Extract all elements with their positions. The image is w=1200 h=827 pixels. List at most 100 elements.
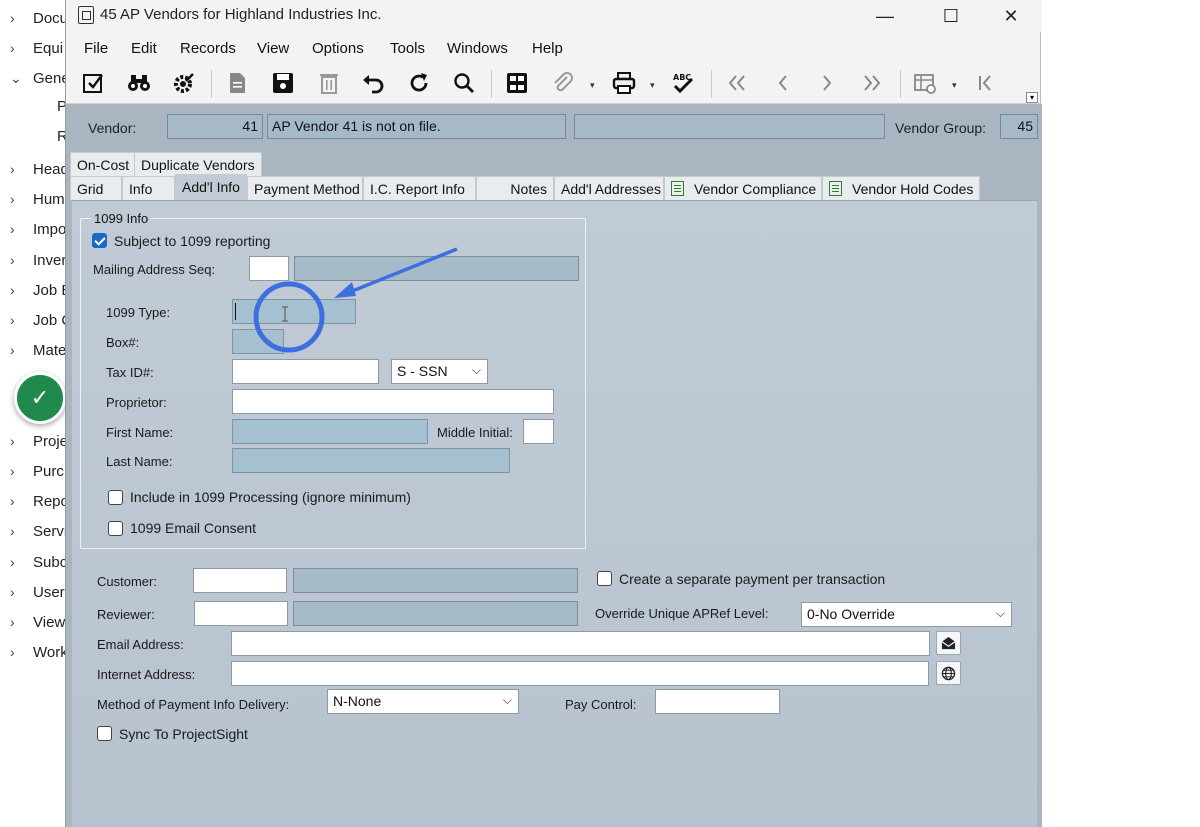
- chevron-right-icon[interactable]: ›: [10, 342, 24, 358]
- tab-addl-addresses[interactable]: Add'l Addresses: [554, 176, 664, 200]
- edit-icon[interactable]: [79, 68, 109, 98]
- tab-on-cost[interactable]: On-Cost: [70, 152, 137, 176]
- chevron-right-icon[interactable]: ›: [10, 282, 24, 298]
- next-record-icon[interactable]: [812, 68, 842, 98]
- first-name-input[interactable]: [232, 419, 428, 444]
- print-dropdown-icon[interactable]: ▾: [650, 80, 655, 91]
- chevron-right-icon[interactable]: ›: [10, 312, 24, 328]
- chevron-right-icon[interactable]: ›: [10, 10, 24, 26]
- tree-item[interactable]: › Work: [0, 642, 70, 666]
- tree-item[interactable]: › Proje: [0, 431, 70, 455]
- undo-icon[interactable]: [358, 68, 388, 98]
- table-settings-icon[interactable]: [910, 68, 940, 98]
- spellcheck-icon[interactable]: ABC: [668, 68, 698, 98]
- settings-gear-icon[interactable]: [169, 68, 199, 98]
- tree-item[interactable]: › Impo: [0, 219, 70, 243]
- tree-item[interactable]: › Subc: [0, 552, 70, 576]
- chevron-right-icon[interactable]: ›: [10, 584, 24, 600]
- include-1099-checkbox[interactable]: [108, 490, 123, 505]
- tab-vendor-compliance[interactable]: Vendor Compliance: [664, 176, 822, 200]
- email-consent-checkbox[interactable]: [108, 521, 123, 536]
- check-badge-icon[interactable]: ✓: [14, 372, 66, 424]
- menu-file[interactable]: File: [84, 40, 108, 57]
- menu-view[interactable]: View: [257, 40, 289, 57]
- tree-item[interactable]: › Job E: [0, 280, 70, 304]
- email-envelope-button[interactable]: [936, 631, 961, 655]
- tree-item[interactable]: › Servi: [0, 521, 70, 545]
- tax-id-input[interactable]: [232, 359, 379, 384]
- refresh-icon[interactable]: [404, 68, 434, 98]
- proprietor-input[interactable]: [232, 389, 554, 414]
- go-start-icon[interactable]: [970, 68, 1000, 98]
- close-button[interactable]: ✕: [988, 4, 1034, 28]
- chevron-right-icon[interactable]: ›: [10, 614, 24, 630]
- delete-icon[interactable]: [314, 68, 344, 98]
- type-1099-input[interactable]: [232, 299, 356, 324]
- tree-item[interactable]: › Repo: [0, 491, 70, 515]
- tab-ic-report-info[interactable]: I.C. Report Info: [363, 176, 476, 200]
- tree-item[interactable]: › Mate: [0, 340, 70, 364]
- chevron-right-icon[interactable]: ›: [10, 493, 24, 509]
- tree-item[interactable]: › User: [0, 582, 70, 606]
- tree-item[interactable]: › Inver: [0, 250, 70, 274]
- tree-item[interactable]: › Equi: [0, 38, 70, 62]
- document-icon[interactable]: [222, 68, 252, 98]
- sync-projectsight-checkbox[interactable]: [97, 726, 112, 741]
- chevron-right-icon[interactable]: ›: [10, 221, 24, 237]
- print-icon[interactable]: [609, 68, 639, 98]
- email-address-input[interactable]: [231, 631, 930, 656]
- tree-item[interactable]: › Job C: [0, 310, 70, 334]
- chevron-right-icon[interactable]: ›: [10, 523, 24, 539]
- chevron-right-icon[interactable]: ›: [10, 644, 24, 660]
- tree-item[interactable]: › Hum: [0, 189, 70, 213]
- internet-globe-button[interactable]: [936, 661, 961, 685]
- tab-addl-info[interactable]: Add'l Info: [175, 174, 247, 200]
- chevron-down-icon[interactable]: ⌄: [10, 70, 24, 87]
- box-number-input[interactable]: [232, 329, 284, 354]
- menu-edit[interactable]: Edit: [131, 40, 157, 57]
- save-icon[interactable]: [268, 68, 298, 98]
- tree-item[interactable]: › Head: [0, 159, 70, 183]
- first-record-icon[interactable]: [722, 68, 752, 98]
- vendor-group-input[interactable]: 45: [1000, 114, 1038, 139]
- tab-info[interactable]: Info: [122, 176, 175, 200]
- tree-item[interactable]: ⌄ Gene: [0, 68, 70, 92]
- minimize-button[interactable]: —: [862, 4, 908, 28]
- separate-payment-checkbox[interactable]: [597, 571, 612, 586]
- middle-initial-input[interactable]: [523, 419, 554, 444]
- pay-control-input[interactable]: [655, 689, 780, 714]
- vendor-input[interactable]: 41: [167, 114, 263, 139]
- grid-icon[interactable]: [502, 68, 532, 98]
- menu-options[interactable]: Options: [312, 40, 364, 57]
- chevron-right-icon[interactable]: ›: [10, 554, 24, 570]
- chevron-right-icon[interactable]: ›: [10, 40, 24, 56]
- subject-1099-checkbox[interactable]: [92, 233, 107, 248]
- chevron-right-icon[interactable]: ›: [10, 191, 24, 207]
- last-name-input[interactable]: [232, 448, 510, 473]
- menu-records[interactable]: Records: [180, 40, 236, 57]
- internet-address-input[interactable]: [231, 661, 929, 686]
- chevron-right-icon[interactable]: ›: [10, 252, 24, 268]
- reviewer-input[interactable]: [194, 601, 288, 626]
- menu-tools[interactable]: Tools: [390, 40, 425, 57]
- mailing-seq-input[interactable]: [249, 256, 289, 281]
- payment-delivery-select[interactable]: N-None ⌵: [327, 689, 519, 714]
- menu-help[interactable]: Help: [532, 40, 563, 57]
- attach-dropdown-icon[interactable]: ▾: [590, 80, 595, 91]
- maximize-button[interactable]: ☐: [928, 4, 974, 28]
- tab-grid[interactable]: Grid: [70, 176, 122, 200]
- toolbar-overflow-button[interactable]: ▾: [1026, 92, 1038, 103]
- tree-item[interactable]: › View: [0, 612, 70, 636]
- chevron-right-icon[interactable]: ›: [10, 433, 24, 449]
- chevron-right-icon[interactable]: ›: [10, 161, 24, 177]
- tree-item[interactable]: › Docu: [0, 8, 70, 32]
- tab-notes[interactable]: Notes: [476, 176, 554, 200]
- customer-input[interactable]: [193, 568, 287, 593]
- tab-duplicate-vendors[interactable]: Duplicate Vendors: [134, 152, 262, 176]
- search-icon[interactable]: [449, 68, 479, 98]
- override-apref-select[interactable]: 0-No Override ⌵: [801, 602, 1012, 627]
- chevron-right-icon[interactable]: ›: [10, 463, 24, 479]
- tab-payment-method[interactable]: Payment Method: [247, 176, 363, 200]
- tax-id-type-select[interactable]: S - SSN ⌵: [391, 359, 488, 384]
- last-record-icon[interactable]: [857, 68, 887, 98]
